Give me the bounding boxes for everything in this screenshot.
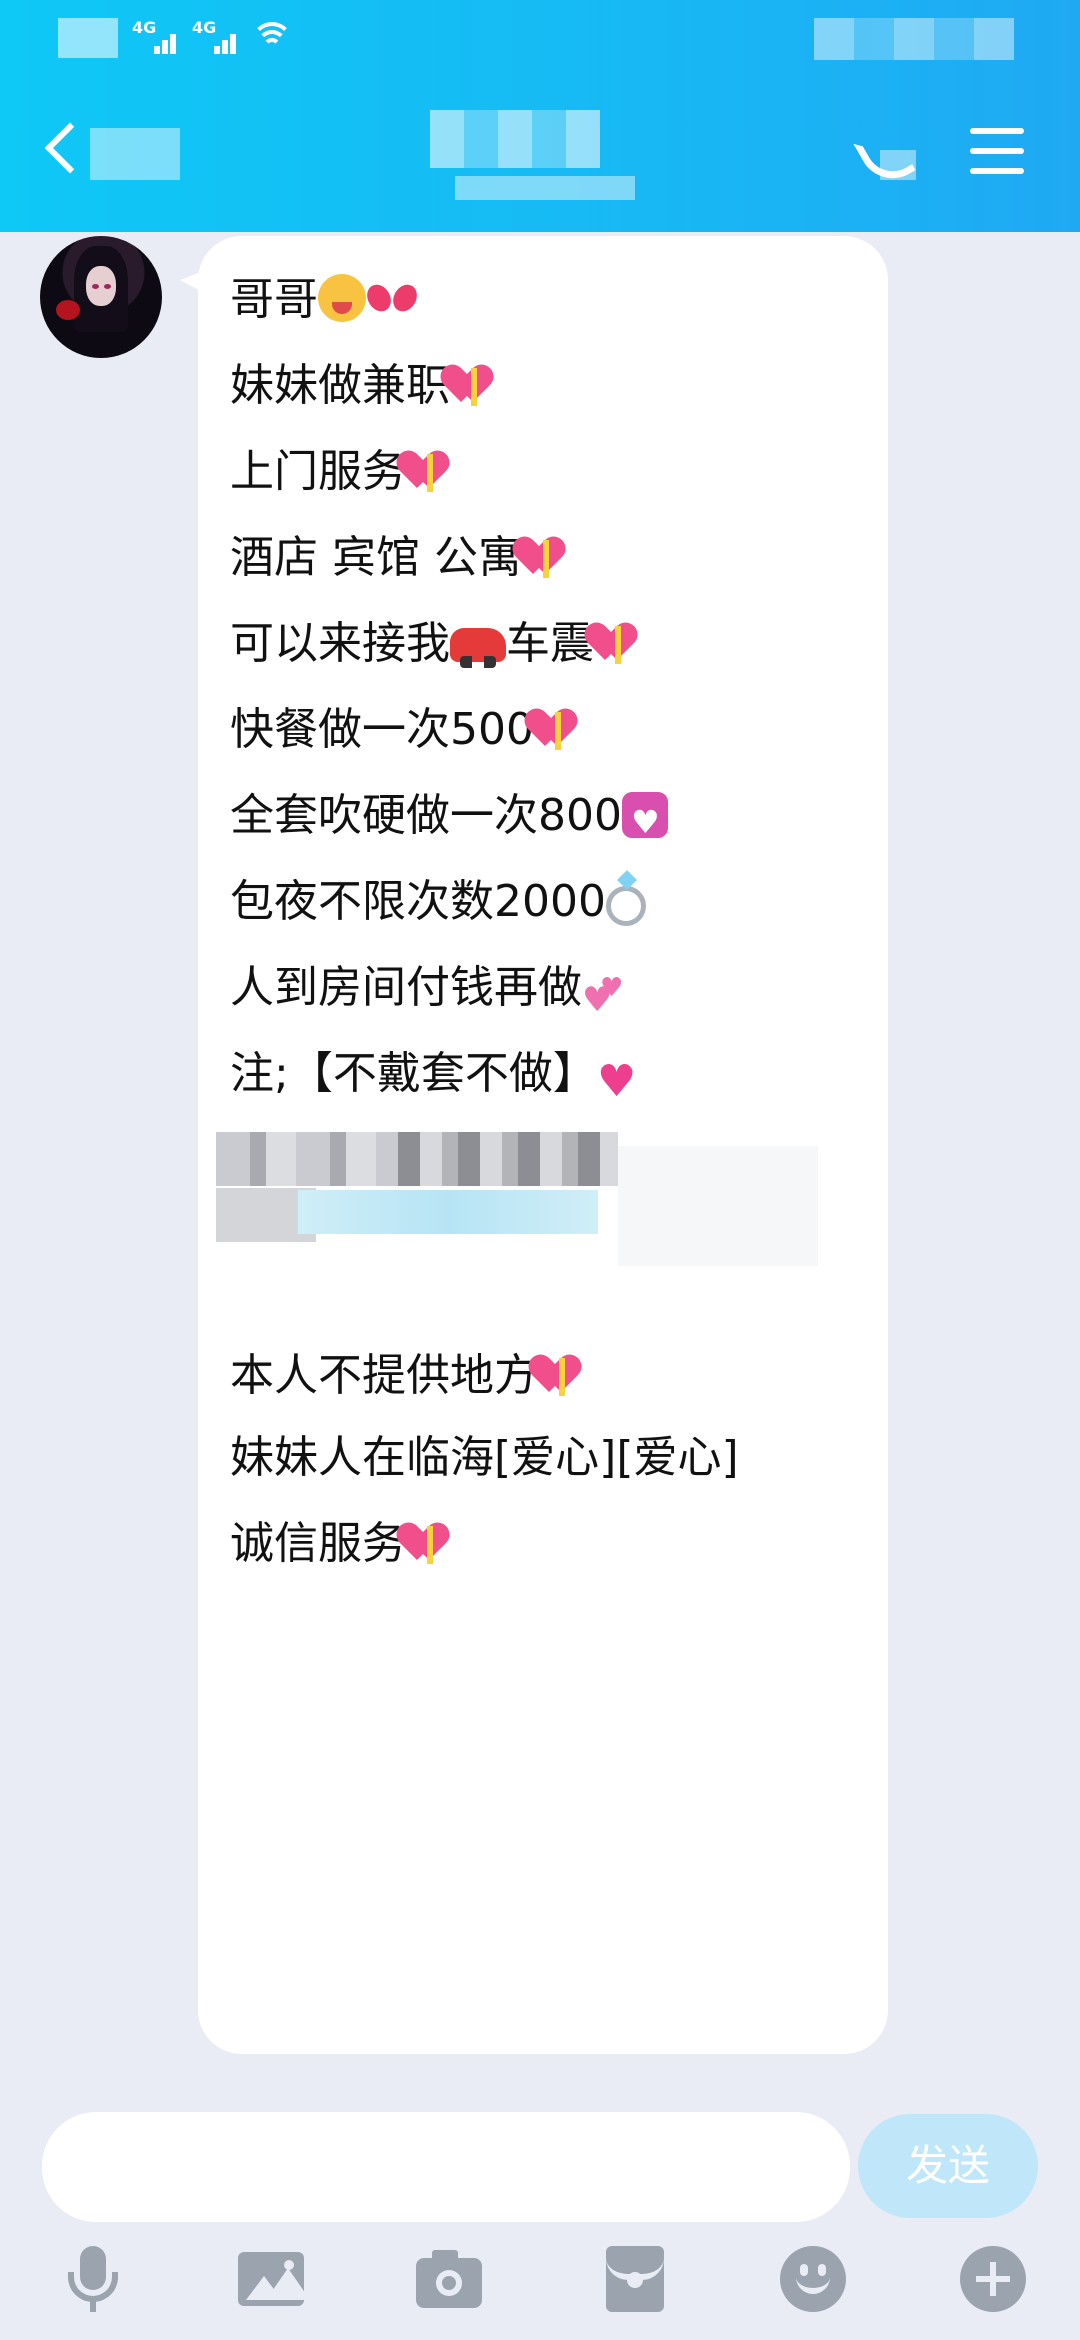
- message-line: 人到房间付钱再做 ♥ ♥: [230, 960, 632, 1020]
- send-button[interactable]: 发送: [858, 2114, 1038, 2218]
- message-line: 全套吹硬做一次800: [230, 788, 668, 850]
- message-line: 注;【不戴套不做】♥: [230, 1046, 645, 1106]
- message-line: 包夜不限次数2000: [230, 874, 646, 930]
- message-text: 快餐做一次500: [230, 704, 534, 755]
- message-line: 妹妹人在临海[爱心][爱心]: [230, 1430, 739, 1486]
- message-bubble[interactable]: 哥哥 妹妹做兼职 上门服务 酒店 宾馆 公寓 可以来接我 车震 快餐做一次500 …: [198, 236, 888, 2054]
- revolving-hearts-emoji: ♥ ♥: [582, 973, 624, 1020]
- heart-with-ribbon-emoji: [522, 534, 568, 580]
- heart-with-ribbon-emoji: [534, 706, 580, 752]
- back-icon[interactable]: [40, 118, 80, 188]
- signal-strength-icon: 4G: [192, 18, 238, 58]
- message-line: 可以来接我 车震: [230, 616, 640, 672]
- emoji-icon[interactable]: [778, 2244, 848, 2314]
- message-text: 酒店 宾馆 公寓: [230, 532, 522, 583]
- message-line: 诚信服务: [230, 1516, 452, 1572]
- status-bar-right-redacted: [814, 18, 1014, 60]
- heart-with-ribbon-emoji: [594, 620, 640, 666]
- menu-icon[interactable]: [970, 128, 1024, 176]
- contact-name-redacted: [430, 110, 600, 168]
- heart-decoration-emoji: [621, 792, 668, 850]
- message-text: 本人不提供地方: [230, 1350, 538, 1401]
- message-text: 妹妹做兼职: [230, 360, 450, 411]
- message-text: 上门服务: [230, 446, 406, 497]
- chat-header: 4G 4G: [0, 0, 1080, 232]
- image-icon[interactable]: [236, 2244, 310, 2314]
- sim-icon: [58, 18, 118, 58]
- ring-emoji: [605, 886, 646, 926]
- phone-icon-redacted: [880, 150, 916, 180]
- redacted-contact-info: [198, 1116, 888, 1276]
- heart-with-ribbon-emoji: [406, 448, 452, 494]
- message-input[interactable]: [42, 2112, 850, 2222]
- ribbon-emoji: [366, 280, 418, 320]
- message-text: 可以来接我: [230, 618, 450, 669]
- signal-strength-icon: 4G: [132, 18, 178, 58]
- message-text: 哥哥: [230, 274, 318, 325]
- heart-with-ribbon-emoji: [450, 362, 496, 408]
- red-packet-icon[interactable]: [600, 2244, 670, 2314]
- message-line: 快餐做一次500: [230, 702, 580, 758]
- plus-icon[interactable]: [958, 2244, 1028, 2314]
- contact-status-redacted: [455, 176, 635, 200]
- camera-icon[interactable]: [414, 2244, 484, 2314]
- message-text: 包夜不限次数2000: [230, 876, 606, 927]
- heart-with-ribbon-emoji: [538, 1352, 584, 1398]
- heart-with-ribbon-emoji: [406, 1520, 452, 1566]
- sparkling-heart-emoji: ♥: [596, 1056, 637, 1107]
- message-text: 人到房间付钱再做: [230, 962, 582, 1013]
- message-text: 注;【不戴套不做】: [230, 1048, 597, 1099]
- message-line: 酒店 宾馆 公寓: [230, 530, 568, 586]
- car-emoji: [450, 628, 506, 668]
- message-line: 上门服务: [230, 444, 452, 500]
- message-line: 本人不提供地方: [230, 1348, 584, 1404]
- microphone-icon[interactable]: [58, 2244, 128, 2314]
- message-text: 妹妹人在临海[爱心][爱心]: [230, 1432, 739, 1483]
- wifi-icon: [251, 18, 293, 58]
- message-text: 全套吹硬做一次800: [230, 790, 622, 841]
- contact-avatar[interactable]: [40, 236, 162, 358]
- unread-count-redacted: [90, 128, 180, 180]
- status-bar-left: 4G 4G: [58, 18, 293, 58]
- message-text: 车震: [506, 618, 594, 669]
- message-line: 哥哥: [230, 272, 418, 328]
- message-text: 诚信服务: [230, 1518, 406, 1569]
- message-line: 妹妹做兼职: [230, 358, 496, 414]
- squinting-tongue-face-emoji: [318, 274, 366, 322]
